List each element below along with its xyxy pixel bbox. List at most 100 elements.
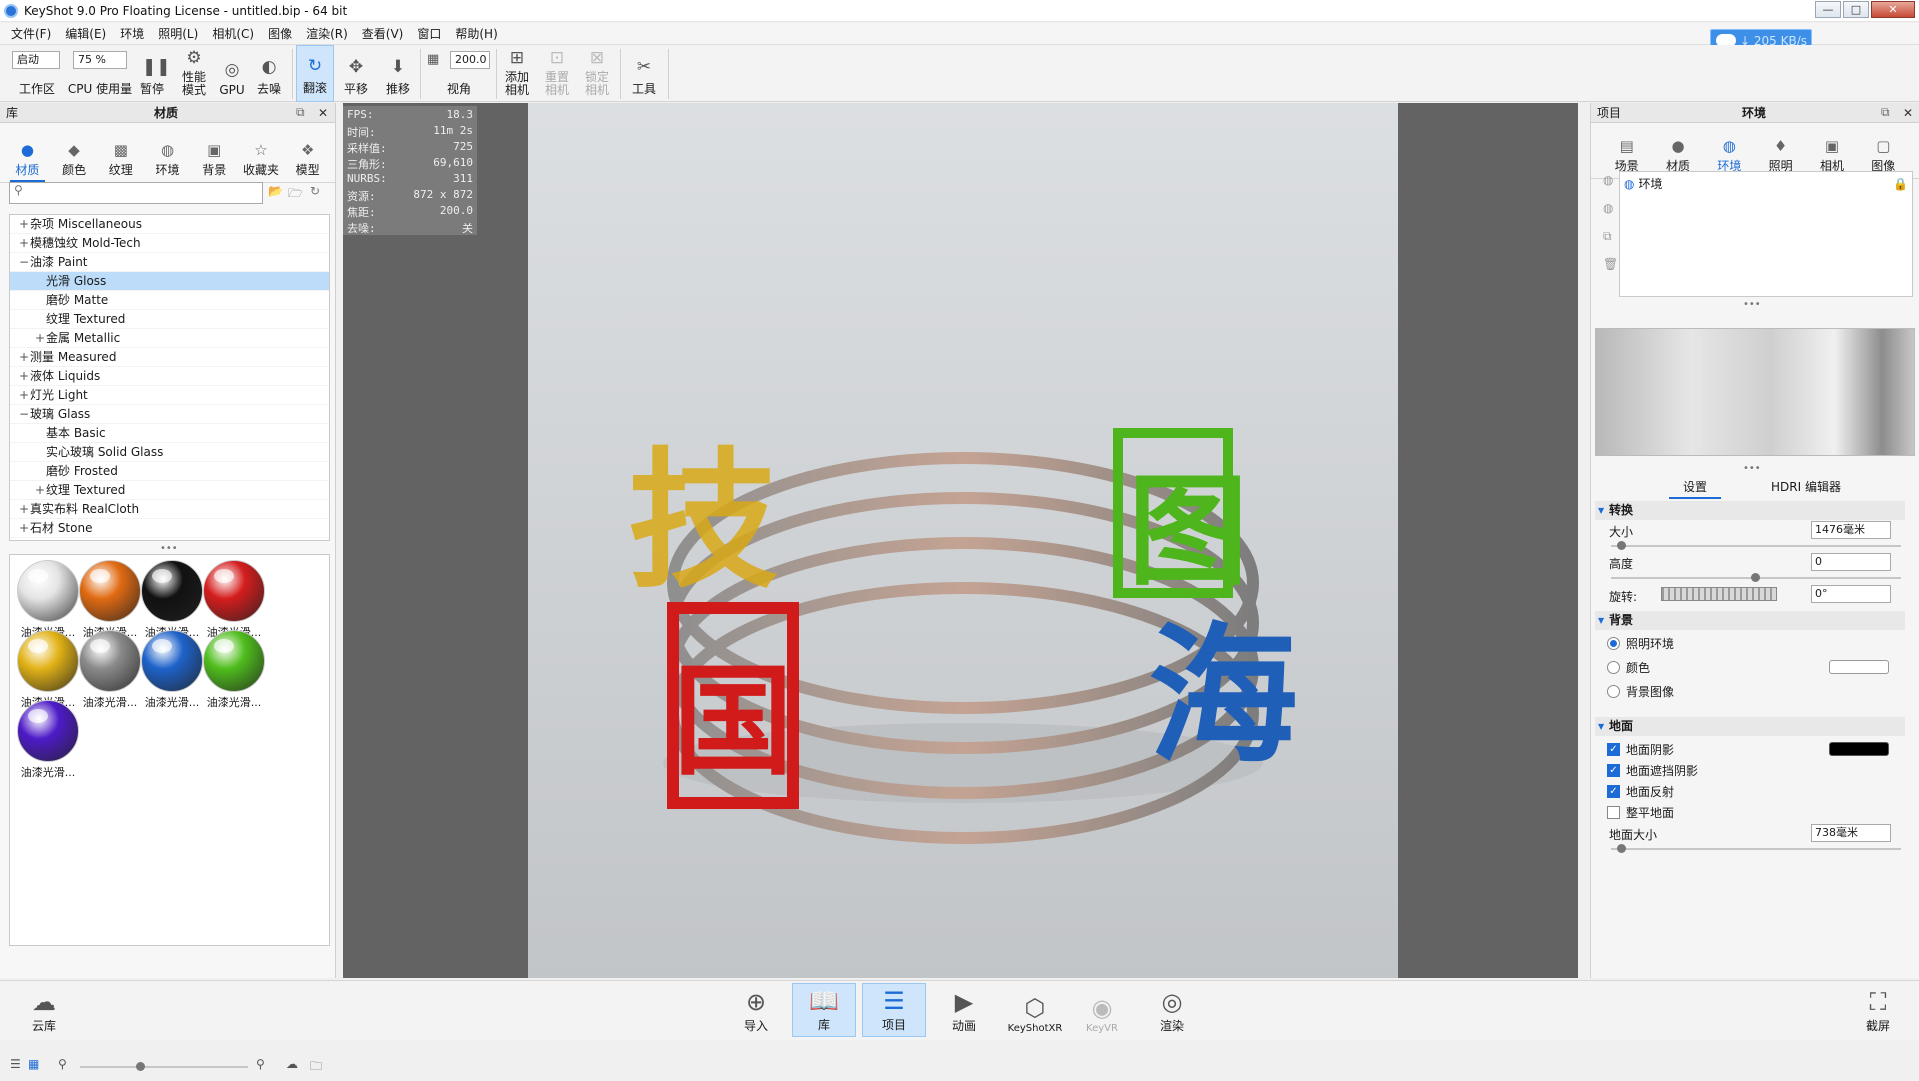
material-thumbnail[interactable]: 油漆光滑... [76, 627, 144, 709]
import-button[interactable]: ⊕ 导入 [724, 983, 788, 1037]
menu-view[interactable]: 查看(V) [355, 25, 411, 42]
radio-lighting-environment[interactable]: 照明环境 [1607, 635, 1674, 652]
denoise-button[interactable]: ◐ 去噪 [252, 45, 286, 102]
cloud-upload-icon[interactable]: ☁ [286, 1057, 298, 1071]
keyshotxr-button[interactable]: ⬡ KeyShotXR [1000, 983, 1070, 1037]
minimize-button[interactable]: — [1815, 1, 1841, 18]
project-button[interactable]: ☰ 项目 [862, 983, 926, 1037]
slider-knob[interactable] [1751, 573, 1760, 582]
material-thumbnail[interactable]: 油漆光滑... [138, 627, 206, 709]
render-button[interactable]: ◎ 渲染 [1140, 983, 1204, 1037]
menu-file[interactable]: 文件(F) [4, 25, 58, 42]
dolly-button[interactable]: ⬇ 推移 [380, 45, 416, 102]
render-canvas[interactable]: 技 图 国 海 [343, 103, 1578, 978]
material-thumbnail[interactable]: 油漆光滑... [14, 697, 82, 779]
lock-camera-button[interactable]: ⊠ 锁定 相机 [580, 45, 614, 102]
menu-lighting[interactable]: 照明(L) [151, 25, 205, 42]
duplicate-environment-icon[interactable]: ◍ [1603, 201, 1613, 215]
maximize-button[interactable]: □ [1843, 1, 1869, 18]
fov-button[interactable]: 视角 [438, 45, 480, 102]
copy-environment-icon[interactable]: ⧉ [1603, 229, 1612, 244]
height-slider[interactable] [1611, 573, 1901, 582]
checkbox-flatten-ground[interactable]: 整平地面 [1607, 804, 1674, 821]
size-input[interactable]: 1476毫米 [1811, 521, 1891, 539]
animation-button[interactable]: ▶ 动画 [932, 983, 996, 1037]
checkbox[interactable]: ✓ [1607, 764, 1620, 777]
tree-item[interactable]: +液体 Liquids [10, 367, 329, 386]
cloud-library-button[interactable]: ☁ 云库 [12, 983, 76, 1037]
expander-icon[interactable]: + [18, 367, 30, 386]
checkbox[interactable] [1607, 806, 1620, 819]
environment-list-item[interactable]: ◍ 环境 🔒 [1620, 172, 1912, 195]
material-thumbnail[interactable]: 油漆光滑... [14, 557, 82, 639]
material-thumbnail[interactable]: 油漆光滑... [200, 557, 268, 639]
radio-background-image[interactable]: 背景图像 [1607, 683, 1674, 700]
tab-environments[interactable]: ◍ 环境 [144, 130, 191, 182]
tab-models[interactable]: ❖ 模型 [284, 130, 331, 182]
library-search-input[interactable]: ⚲ [9, 182, 263, 204]
splitter-handle[interactable]: ••• [1743, 463, 1761, 474]
tree-item[interactable]: 纹理 Textured [10, 310, 329, 329]
float-panel-icon[interactable]: ⧉ [1881, 105, 1890, 120]
tumble-button[interactable]: ↻ 翻滚 [296, 45, 334, 102]
zoom-in-icon[interactable]: ⚲ [256, 1057, 265, 1071]
expander-icon[interactable]: − [18, 405, 30, 424]
tools-button[interactable]: ✂ 工具 [626, 45, 662, 102]
tree-item[interactable]: +石材 Stone [10, 519, 329, 538]
tree-item[interactable]: +杂项 Miscellaneous [10, 215, 329, 234]
thumbnail-size-slider[interactable] [80, 1062, 248, 1071]
slider-knob[interactable] [136, 1062, 145, 1071]
expander-icon[interactable]: + [18, 348, 30, 367]
tab-colors[interactable]: ◆ 颜色 [51, 130, 98, 182]
tree-item[interactable]: −油漆 Paint [10, 253, 329, 272]
material-thumbnail[interactable]: 油漆光滑... [200, 627, 268, 709]
rotation-dial[interactable] [1661, 587, 1777, 601]
menu-camera[interactable]: 相机(C) [205, 25, 261, 42]
radio-color[interactable]: 颜色 [1607, 659, 1650, 676]
add-environment-icon[interactable]: ◍ [1603, 173, 1613, 187]
tree-item[interactable]: 基本 Basic [10, 424, 329, 443]
tree-item[interactable]: +真实布料 RealCloth [10, 500, 329, 519]
reset-camera-button[interactable]: ⊡ 重置 相机 [540, 45, 574, 102]
tree-item[interactable]: +测量 Measured [10, 348, 329, 367]
list-view-icon[interactable]: ☰ [10, 1057, 21, 1071]
tab-favorites[interactable]: ☆ 收藏夹 [238, 130, 285, 182]
material-thumbnail[interactable]: 油漆光滑... [14, 627, 82, 709]
ground-shadow-color-swatch[interactable] [1829, 742, 1889, 756]
tree-item[interactable]: +金属 Metallic [10, 329, 329, 348]
tree-item[interactable]: 磨砂 Matte [10, 291, 329, 310]
expander-icon[interactable]: − [18, 253, 30, 272]
close-button[interactable]: ✕ [1871, 1, 1915, 18]
checkbox[interactable]: ✓ [1607, 743, 1620, 756]
tree-item[interactable]: 磨砂 Frosted [10, 462, 329, 481]
subtab-settings[interactable]: 设置 [1669, 478, 1722, 499]
tree-item[interactable]: −玻璃 Glass [10, 405, 329, 424]
expander-icon[interactable]: + [18, 386, 30, 405]
refresh-icon[interactable]: ↻ [310, 184, 320, 198]
expander-icon[interactable]: + [18, 519, 30, 538]
size-slider[interactable] [1611, 541, 1901, 550]
render-viewport[interactable]: 技 图 国 海 [343, 103, 1578, 978]
screenshot-button[interactable]: ⛶ 截屏 [1846, 983, 1910, 1037]
checkbox-ground-occlusion[interactable]: ✓ 地面遮挡阴影 [1607, 762, 1698, 779]
tab-backplates[interactable]: ▣ 背景 [191, 130, 238, 182]
menu-environment[interactable]: 环境 [113, 25, 151, 42]
section-ground[interactable]: 地面 [1595, 717, 1905, 736]
tree-item[interactable]: 光滑 Gloss [10, 272, 329, 291]
grid-view-icon[interactable]: ▦ [28, 1057, 39, 1071]
close-panel-icon[interactable]: ✕ [1903, 106, 1913, 120]
folder-add-icon[interactable]: 🗁 [288, 184, 303, 205]
pause-button[interactable]: ❚❚ 暂停 [136, 45, 171, 102]
expander-icon[interactable]: + [18, 234, 30, 253]
background-color-swatch[interactable] [1829, 660, 1889, 674]
radio-button[interactable] [1607, 685, 1620, 698]
height-input[interactable]: 0 [1811, 553, 1891, 571]
checkbox-ground-reflection[interactable]: ✓ 地面反射 [1607, 783, 1674, 800]
radio-button[interactable] [1607, 661, 1620, 674]
ground-size-input[interactable]: 738毫米 [1811, 824, 1891, 842]
cpu-usage-button[interactable]: CPU 使用量 [66, 45, 134, 102]
menu-render[interactable]: 渲染(R) [299, 25, 355, 42]
expander-icon[interactable]: + [18, 215, 30, 234]
tree-item[interactable]: +纹理 Textured [10, 481, 329, 500]
ground-size-slider[interactable] [1611, 844, 1901, 853]
